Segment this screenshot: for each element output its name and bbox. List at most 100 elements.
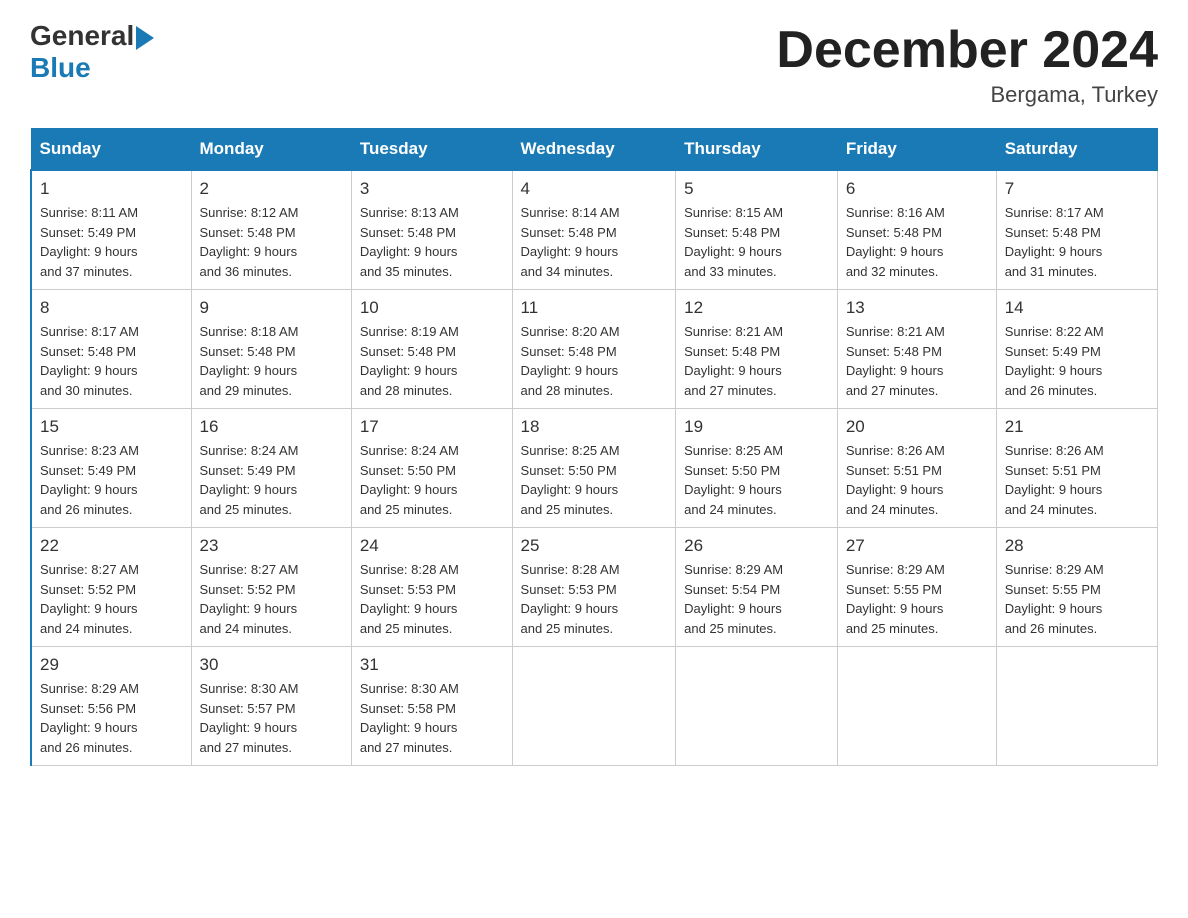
- calendar-week-row: 1 Sunrise: 8:11 AMSunset: 5:49 PMDaylight…: [31, 170, 1158, 290]
- day-number: 18: [521, 417, 668, 437]
- calendar-cell: 17 Sunrise: 8:24 AMSunset: 5:50 PMDayligh…: [351, 409, 512, 528]
- day-number: 29: [40, 655, 183, 675]
- day-number: 11: [521, 298, 668, 318]
- day-number: 31: [360, 655, 504, 675]
- day-info: Sunrise: 8:22 AMSunset: 5:49 PMDaylight:…: [1005, 322, 1149, 400]
- calendar-cell: [996, 647, 1157, 766]
- day-number: 16: [200, 417, 343, 437]
- day-info: Sunrise: 8:23 AMSunset: 5:49 PMDaylight:…: [40, 441, 183, 519]
- calendar-cell: 24 Sunrise: 8:28 AMSunset: 5:53 PMDayligh…: [351, 528, 512, 647]
- day-info: Sunrise: 8:28 AMSunset: 5:53 PMDaylight:…: [521, 560, 668, 638]
- day-info: Sunrise: 8:26 AMSunset: 5:51 PMDaylight:…: [846, 441, 988, 519]
- day-info: Sunrise: 8:29 AMSunset: 5:55 PMDaylight:…: [1005, 560, 1149, 638]
- calendar-cell: 6 Sunrise: 8:16 AMSunset: 5:48 PMDaylight…: [837, 170, 996, 290]
- calendar-cell: 16 Sunrise: 8:24 AMSunset: 5:49 PMDayligh…: [191, 409, 351, 528]
- header-thursday: Thursday: [676, 129, 838, 171]
- calendar-header-row: SundayMondayTuesdayWednesdayThursdayFrid…: [31, 129, 1158, 171]
- day-number: 8: [40, 298, 183, 318]
- calendar-cell: 2 Sunrise: 8:12 AMSunset: 5:48 PMDaylight…: [191, 170, 351, 290]
- day-number: 4: [521, 179, 668, 199]
- day-number: 17: [360, 417, 504, 437]
- logo-triangle-icon: [136, 26, 154, 50]
- day-number: 24: [360, 536, 504, 556]
- day-info: Sunrise: 8:29 AMSunset: 5:56 PMDaylight:…: [40, 679, 183, 757]
- header-sunday: Sunday: [31, 129, 191, 171]
- day-info: Sunrise: 8:25 AMSunset: 5:50 PMDaylight:…: [521, 441, 668, 519]
- day-info: Sunrise: 8:24 AMSunset: 5:49 PMDaylight:…: [200, 441, 343, 519]
- calendar-cell: 11 Sunrise: 8:20 AMSunset: 5:48 PMDayligh…: [512, 290, 676, 409]
- calendar-cell: 25 Sunrise: 8:28 AMSunset: 5:53 PMDayligh…: [512, 528, 676, 647]
- month-title: December 2024: [776, 20, 1158, 80]
- calendar-cell: 30 Sunrise: 8:30 AMSunset: 5:57 PMDayligh…: [191, 647, 351, 766]
- day-number: 5: [684, 179, 829, 199]
- calendar-cell: 18 Sunrise: 8:25 AMSunset: 5:50 PMDayligh…: [512, 409, 676, 528]
- day-info: Sunrise: 8:27 AMSunset: 5:52 PMDaylight:…: [40, 560, 183, 638]
- day-number: 30: [200, 655, 343, 675]
- day-info: Sunrise: 8:21 AMSunset: 5:48 PMDaylight:…: [846, 322, 988, 400]
- day-info: Sunrise: 8:30 AMSunset: 5:57 PMDaylight:…: [200, 679, 343, 757]
- day-number: 28: [1005, 536, 1149, 556]
- day-number: 1: [40, 179, 183, 199]
- calendar-cell: [837, 647, 996, 766]
- calendar-cell: 21Sunrise: 8:26 AMSunset: 5:51 PMDayligh…: [996, 409, 1157, 528]
- day-number: 19: [684, 417, 829, 437]
- day-number: 14: [1005, 298, 1149, 318]
- day-info: Sunrise: 8:26 AMSunset: 5:51 PMDaylight:…: [1005, 441, 1149, 519]
- calendar-week-row: 15 Sunrise: 8:23 AMSunset: 5:49 PMDayligh…: [31, 409, 1158, 528]
- day-number: 15: [40, 417, 183, 437]
- day-info: Sunrise: 8:30 AMSunset: 5:58 PMDaylight:…: [360, 679, 504, 757]
- day-info: Sunrise: 8:11 AMSunset: 5:49 PMDaylight:…: [40, 203, 183, 281]
- day-number: 12: [684, 298, 829, 318]
- day-number: 3: [360, 179, 504, 199]
- calendar-cell: 13 Sunrise: 8:21 AMSunset: 5:48 PMDayligh…: [837, 290, 996, 409]
- day-info: Sunrise: 8:20 AMSunset: 5:48 PMDaylight:…: [521, 322, 668, 400]
- day-info: Sunrise: 8:27 AMSunset: 5:52 PMDaylight:…: [200, 560, 343, 638]
- calendar-table: SundayMondayTuesdayWednesdayThursdayFrid…: [30, 128, 1158, 766]
- day-number: 25: [521, 536, 668, 556]
- day-number: 23: [200, 536, 343, 556]
- calendar-cell: 22Sunrise: 8:27 AMSunset: 5:52 PMDayligh…: [31, 528, 191, 647]
- calendar-cell: 31 Sunrise: 8:30 AMSunset: 5:58 PMDayligh…: [351, 647, 512, 766]
- day-info: Sunrise: 8:17 AMSunset: 5:48 PMDaylight:…: [40, 322, 183, 400]
- day-info: Sunrise: 8:29 AMSunset: 5:54 PMDaylight:…: [684, 560, 829, 638]
- calendar-cell: [512, 647, 676, 766]
- day-info: Sunrise: 8:28 AMSunset: 5:53 PMDaylight:…: [360, 560, 504, 638]
- day-info: Sunrise: 8:18 AMSunset: 5:48 PMDaylight:…: [200, 322, 343, 400]
- title-area: December 2024 Bergama, Turkey: [776, 20, 1158, 108]
- calendar-week-row: 22Sunrise: 8:27 AMSunset: 5:52 PMDayligh…: [31, 528, 1158, 647]
- calendar-week-row: 29 Sunrise: 8:29 AMSunset: 5:56 PMDayligh…: [31, 647, 1158, 766]
- day-info: Sunrise: 8:21 AMSunset: 5:48 PMDaylight:…: [684, 322, 829, 400]
- header-monday: Monday: [191, 129, 351, 171]
- calendar-cell: 4 Sunrise: 8:14 AMSunset: 5:48 PMDaylight…: [512, 170, 676, 290]
- calendar-cell: 12 Sunrise: 8:21 AMSunset: 5:48 PMDayligh…: [676, 290, 838, 409]
- calendar-cell: 8 Sunrise: 8:17 AMSunset: 5:48 PMDaylight…: [31, 290, 191, 409]
- header-tuesday: Tuesday: [351, 129, 512, 171]
- location-text: Bergama, Turkey: [776, 82, 1158, 108]
- calendar-cell: 7Sunrise: 8:17 AMSunset: 5:48 PMDaylight…: [996, 170, 1157, 290]
- day-number: 2: [200, 179, 343, 199]
- logo-blue-text: Blue: [30, 52, 91, 84]
- calendar-cell: [676, 647, 838, 766]
- header-saturday: Saturday: [996, 129, 1157, 171]
- day-number: 26: [684, 536, 829, 556]
- calendar-cell: 9Sunrise: 8:18 AMSunset: 5:48 PMDaylight…: [191, 290, 351, 409]
- day-info: Sunrise: 8:16 AMSunset: 5:48 PMDaylight:…: [846, 203, 988, 281]
- day-info: Sunrise: 8:12 AMSunset: 5:48 PMDaylight:…: [200, 203, 343, 281]
- day-number: 13: [846, 298, 988, 318]
- calendar-cell: 3 Sunrise: 8:13 AMSunset: 5:48 PMDaylight…: [351, 170, 512, 290]
- day-number: 10: [360, 298, 504, 318]
- calendar-cell: 23 Sunrise: 8:27 AMSunset: 5:52 PMDayligh…: [191, 528, 351, 647]
- day-number: 6: [846, 179, 988, 199]
- page-header: General Blue December 2024 Bergama, Turk…: [30, 20, 1158, 108]
- day-info: Sunrise: 8:13 AMSunset: 5:48 PMDaylight:…: [360, 203, 504, 281]
- day-info: Sunrise: 8:25 AMSunset: 5:50 PMDaylight:…: [684, 441, 829, 519]
- logo-general-text: General: [30, 20, 134, 52]
- day-info: Sunrise: 8:29 AMSunset: 5:55 PMDaylight:…: [846, 560, 988, 638]
- day-number: 27: [846, 536, 988, 556]
- calendar-cell: 14 Sunrise: 8:22 AMSunset: 5:49 PMDayligh…: [996, 290, 1157, 409]
- calendar-cell: 27 Sunrise: 8:29 AMSunset: 5:55 PMDayligh…: [837, 528, 996, 647]
- day-info: Sunrise: 8:15 AMSunset: 5:48 PMDaylight:…: [684, 203, 829, 281]
- day-info: Sunrise: 8:14 AMSunset: 5:48 PMDaylight:…: [521, 203, 668, 281]
- calendar-cell: 1 Sunrise: 8:11 AMSunset: 5:49 PMDaylight…: [31, 170, 191, 290]
- day-info: Sunrise: 8:24 AMSunset: 5:50 PMDaylight:…: [360, 441, 504, 519]
